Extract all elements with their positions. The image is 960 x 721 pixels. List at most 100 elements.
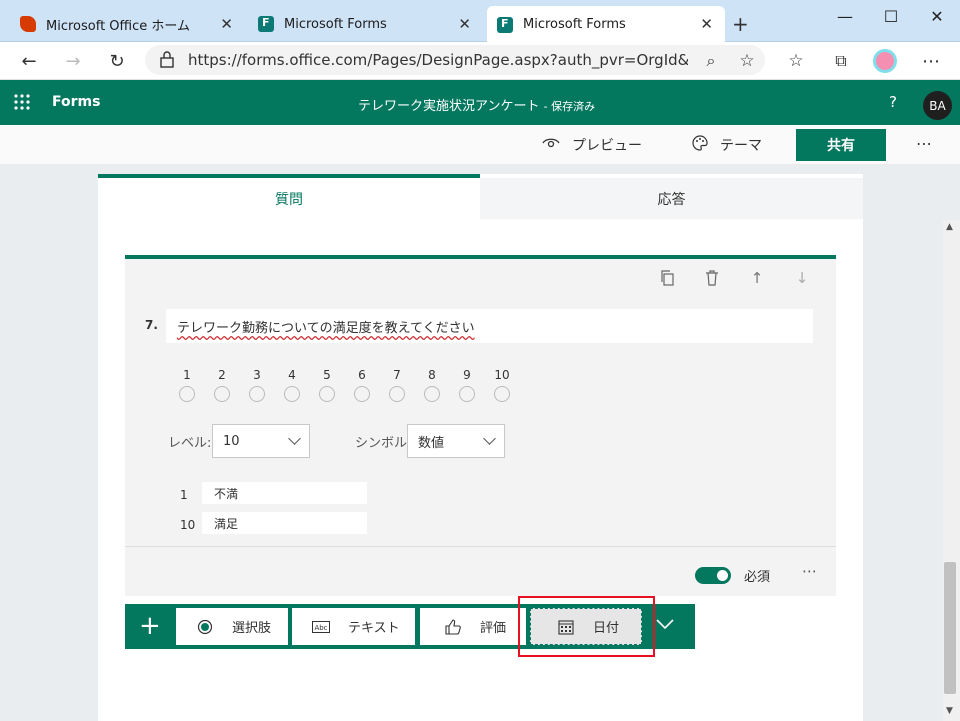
rating-label: 9 bbox=[463, 368, 471, 382]
question-number: 7. bbox=[145, 318, 158, 332]
browser-menu-icon[interactable]: ⋯ bbox=[920, 50, 942, 72]
high-level-label-input[interactable]: 満足 bbox=[202, 512, 367, 534]
rating-radio[interactable] bbox=[494, 386, 510, 402]
new-tab-button[interactable]: + bbox=[732, 12, 749, 36]
browser-tab-office-home[interactable]: Microsoft Office ホーム ✕ bbox=[10, 6, 245, 42]
profile-icon[interactable] bbox=[873, 49, 897, 73]
chevron-down-icon bbox=[656, 619, 674, 630]
required-toggle[interactable] bbox=[695, 567, 731, 584]
symbol-select[interactable]: 数値 bbox=[407, 424, 505, 458]
theme-label: テーマ bbox=[720, 138, 762, 154]
rating-radio[interactable] bbox=[389, 386, 405, 402]
rating-label: 2 bbox=[218, 368, 226, 382]
back-arrow-icon[interactable]: ← bbox=[18, 50, 40, 72]
rating-radio[interactable] bbox=[319, 386, 335, 402]
rating-radio[interactable] bbox=[354, 386, 370, 402]
help-icon[interactable]: ? bbox=[889, 93, 897, 111]
rating-label: 8 bbox=[428, 368, 436, 382]
preview-label: プレビュー bbox=[572, 138, 642, 154]
add-rating-button[interactable]: 評価 bbox=[420, 608, 526, 645]
rating-radio[interactable] bbox=[284, 386, 300, 402]
close-tab-icon[interactable]: ✕ bbox=[220, 15, 233, 33]
rating-label: 4 bbox=[288, 368, 296, 382]
app-launcher-icon[interactable] bbox=[14, 94, 30, 110]
rating-radio[interactable] bbox=[459, 386, 475, 402]
chevron-down-icon bbox=[483, 432, 496, 445]
window-close-button[interactable]: ✕ bbox=[914, 0, 960, 32]
rating-label: 1 bbox=[183, 368, 191, 382]
favorites-list-icon[interactable]: ☆ bbox=[785, 50, 807, 72]
more-question-types-button[interactable] bbox=[655, 618, 674, 632]
tab-title: Microsoft Forms bbox=[284, 16, 387, 32]
preview-button[interactable]: プレビュー bbox=[542, 135, 642, 155]
question-divider bbox=[125, 546, 836, 547]
level-label: レベル: bbox=[168, 436, 212, 451]
add-icon[interactable]: + bbox=[139, 613, 161, 639]
minimize-button[interactable]: — bbox=[822, 0, 868, 32]
chevron-down-icon bbox=[288, 432, 301, 445]
favorite-star-icon[interactable]: ☆ bbox=[736, 50, 758, 72]
form-title: テレワーク実施状況アンケート bbox=[358, 99, 540, 114]
rating-label: 7 bbox=[393, 368, 401, 382]
rating-radio[interactable] bbox=[249, 386, 265, 402]
text-label: テキスト bbox=[348, 621, 400, 636]
rating-label: 10 bbox=[494, 368, 510, 382]
text-abc-icon: Abc bbox=[312, 618, 330, 636]
forward-arrow-icon[interactable]: → bbox=[62, 50, 84, 72]
add-text-button[interactable]: Abc テキスト bbox=[292, 608, 415, 645]
refresh-icon[interactable]: ↻ bbox=[106, 50, 128, 72]
app-name[interactable]: Forms bbox=[52, 94, 100, 110]
rating-radio[interactable] bbox=[214, 386, 230, 402]
tab-questions[interactable]: 質問 bbox=[98, 174, 480, 219]
maximize-button[interactable]: ☐ bbox=[868, 0, 914, 32]
theme-button[interactable]: テーマ bbox=[692, 135, 762, 155]
move-up-icon[interactable]: ↑ bbox=[748, 269, 766, 287]
symbol-label: シンボル: bbox=[355, 436, 412, 451]
move-down-icon[interactable]: ↓ bbox=[793, 269, 811, 287]
office-icon bbox=[20, 16, 36, 32]
question-more-icon[interactable]: ⋯ bbox=[802, 562, 818, 580]
rating-radio[interactable] bbox=[424, 386, 440, 402]
copy-icon[interactable] bbox=[658, 270, 676, 286]
required-label: 必須 bbox=[744, 570, 771, 585]
level-value: 10 bbox=[223, 433, 240, 449]
forms-icon bbox=[258, 16, 274, 32]
save-status: - 保存済み bbox=[543, 100, 596, 113]
forms-icon bbox=[497, 16, 513, 33]
rating-label: 6 bbox=[358, 368, 366, 382]
share-button[interactable]: 共有 bbox=[796, 129, 886, 161]
highlight-box bbox=[518, 596, 655, 657]
close-tab-icon[interactable]: ✕ bbox=[458, 15, 471, 33]
zoom-icon[interactable]: ⌕ bbox=[700, 50, 722, 72]
level-select[interactable]: 10 bbox=[212, 424, 310, 458]
rating-radio[interactable] bbox=[179, 386, 195, 402]
close-tab-icon[interactable]: ✕ bbox=[700, 15, 713, 33]
delete-icon[interactable] bbox=[703, 270, 721, 286]
lock-icon bbox=[160, 50, 174, 68]
tab-title: Microsoft Office ホーム bbox=[46, 18, 190, 34]
radio-icon bbox=[196, 618, 214, 636]
low-level-label-input[interactable]: 不満 bbox=[202, 482, 367, 504]
avatar[interactable]: BA bbox=[923, 91, 952, 120]
scrollbar-thumb[interactable] bbox=[944, 562, 956, 694]
add-choice-button[interactable]: 選択肢 bbox=[176, 608, 288, 645]
more-options-icon[interactable]: ⋯ bbox=[916, 134, 932, 153]
collections-icon[interactable]: ⧉ bbox=[830, 50, 852, 72]
tab-responses[interactable]: 応答 bbox=[480, 178, 863, 219]
question-title-text: テレワーク勤務についての満足度を教えてください bbox=[177, 321, 475, 336]
scroll-up-icon[interactable]: ▲ bbox=[946, 222, 953, 232]
rating-label: 3 bbox=[253, 368, 261, 382]
rating-label: 5 bbox=[323, 368, 331, 382]
scroll-down-icon[interactable]: ▼ bbox=[946, 706, 953, 716]
eye-icon bbox=[542, 137, 560, 153]
url-text[interactable]: https://forms.office.com/Pages/DesignPag… bbox=[188, 51, 688, 69]
symbol-value: 数値 bbox=[418, 435, 445, 451]
question-title-field[interactable]: テレワーク勤務についての満足度を教えてください bbox=[166, 309, 813, 343]
browser-tab-forms-active[interactable]: Microsoft Forms ✕ bbox=[487, 6, 725, 43]
svg-text:Abc: Abc bbox=[314, 624, 327, 632]
browser-tab-forms[interactable]: Microsoft Forms ✕ bbox=[248, 6, 483, 42]
form-title-header: テレワーク実施状況アンケート - 保存済み bbox=[358, 95, 595, 114]
high-level-number: 10 bbox=[180, 518, 196, 532]
low-level-number: 1 bbox=[180, 488, 188, 502]
palette-icon bbox=[692, 135, 708, 155]
